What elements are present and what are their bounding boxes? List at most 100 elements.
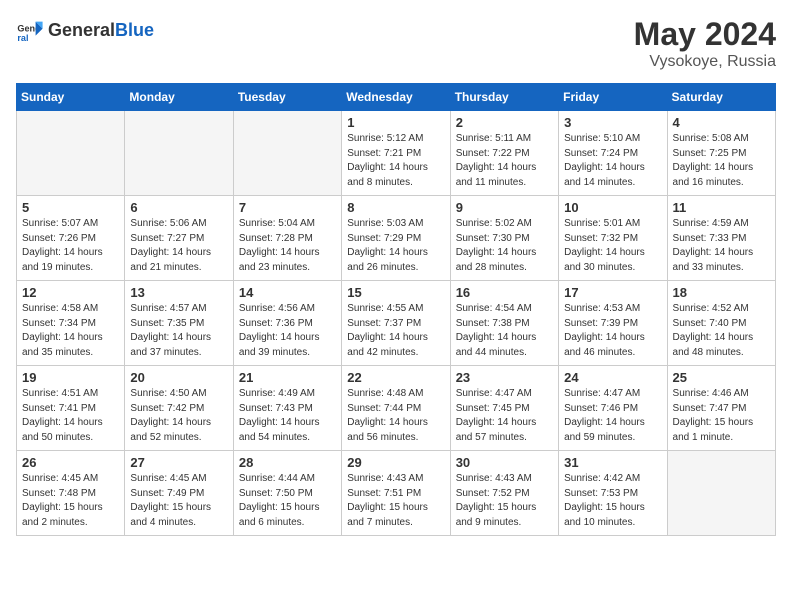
logo-general-text: General <box>48 20 115 40</box>
calendar-table: SundayMondayTuesdayWednesdayThursdayFrid… <box>16 83 776 536</box>
calendar-cell: 27 Sunrise: 4:45 AMSunset: 7:49 PMDayligh… <box>125 451 233 536</box>
day-info: Sunrise: 4:50 AMSunset: 7:42 PMDaylight:… <box>130 387 227 445</box>
weekday-header-tuesday: Tuesday <box>233 84 341 111</box>
calendar-cell: 2Sunrise: 5:11 AMSunset: 7:22 PMDaylight… <box>450 111 558 196</box>
calendar-cell: 18Sunrise: 4:52 AMSunset: 7:40 PMDayligh… <box>667 281 775 366</box>
day-number: 20 <box>130 370 227 385</box>
day-info: Sunrise: 4:51 AMSunset: 7:41 PMDaylight:… <box>22 387 119 445</box>
day-number: 14 <box>239 285 336 300</box>
calendar-cell: 3 Sunrise: 5:10 AMSunset: 7:24 PMDaylight… <box>559 111 667 196</box>
day-info: Sunrise: 4:43 AMSunset: 7:52 PMDaylight:… <box>456 472 553 530</box>
calendar-cell: 4 Sunrise: 5:08 AMSunset: 7:25 PMDaylight… <box>667 111 775 196</box>
calendar-cell: 17 Sunrise: 4:53 AMSunset: 7:39 PMDayligh… <box>559 281 667 366</box>
calendar-cell <box>17 111 125 196</box>
day-info: Sunrise: 5:03 AMSunset: 7:29 PMDaylight:… <box>347 217 444 275</box>
calendar-cell: 10 Sunrise: 5:01 AMSunset: 7:32 PMDayligh… <box>559 196 667 281</box>
day-info: Sunrise: 5:12 AMSunset: 7:21 PMDaylight:… <box>347 132 444 190</box>
logo: Gene ral GeneralBlue <box>16 16 154 44</box>
day-number: 10 <box>564 200 661 215</box>
day-number: 31 <box>564 455 661 470</box>
day-number: 1 <box>347 115 444 130</box>
day-info: Sunrise: 5:08 AMSunset: 7:25 PMDaylight:… <box>673 132 770 190</box>
day-info: Sunrise: 5:10 AMSunset: 7:24 PMDaylight:… <box>564 132 661 190</box>
calendar-cell: 7 Sunrise: 5:04 AMSunset: 7:28 PMDaylight… <box>233 196 341 281</box>
calendar-cell: 21 Sunrise: 4:49 AMSunset: 7:43 PMDayligh… <box>233 366 341 451</box>
day-number: 24 <box>564 370 661 385</box>
day-info: Sunrise: 4:59 AMSunset: 7:33 PMDaylight:… <box>673 217 770 275</box>
day-info: Sunrise: 4:42 AMSunset: 7:53 PMDaylight:… <box>564 472 661 530</box>
calendar-cell: 30 Sunrise: 4:43 AMSunset: 7:52 PMDayligh… <box>450 451 558 536</box>
weekday-header-saturday: Saturday <box>667 84 775 111</box>
calendar-cell: 6 Sunrise: 5:06 AMSunset: 7:27 PMDaylight… <box>125 196 233 281</box>
calendar-week-1: 1 Sunrise: 5:12 AMSunset: 7:21 PMDaylight… <box>17 111 776 196</box>
calendar-cell: 14Sunrise: 4:56 AMSunset: 7:36 PMDayligh… <box>233 281 341 366</box>
calendar-week-5: 26Sunrise: 4:45 AMSunset: 7:48 PMDayligh… <box>17 451 776 536</box>
day-number: 17 <box>564 285 661 300</box>
day-number: 19 <box>22 370 119 385</box>
day-number: 11 <box>673 200 770 215</box>
calendar-cell: 1 Sunrise: 5:12 AMSunset: 7:21 PMDaylight… <box>342 111 450 196</box>
day-info: Sunrise: 4:55 AMSunset: 7:37 PMDaylight:… <box>347 302 444 360</box>
weekday-header-thursday: Thursday <box>450 84 558 111</box>
day-number: 7 <box>239 200 336 215</box>
weekday-header-monday: Monday <box>125 84 233 111</box>
day-info: Sunrise: 4:47 AMSunset: 7:45 PMDaylight:… <box>456 387 553 445</box>
calendar-week-2: 5Sunrise: 5:07 AMSunset: 7:26 PMDaylight… <box>17 196 776 281</box>
calendar-week-3: 12Sunrise: 4:58 AMSunset: 7:34 PMDayligh… <box>17 281 776 366</box>
weekday-header-friday: Friday <box>559 84 667 111</box>
calendar-cell: 23 Sunrise: 4:47 AMSunset: 7:45 PMDayligh… <box>450 366 558 451</box>
day-number: 22 <box>347 370 444 385</box>
day-number: 4 <box>673 115 770 130</box>
day-info: Sunrise: 5:04 AMSunset: 7:28 PMDaylight:… <box>239 217 336 275</box>
day-number: 15 <box>347 285 444 300</box>
day-info: Sunrise: 4:43 AMSunset: 7:51 PMDaylight:… <box>347 472 444 530</box>
calendar-cell: 9Sunrise: 5:02 AMSunset: 7:30 PMDaylight… <box>450 196 558 281</box>
day-info: Sunrise: 5:01 AMSunset: 7:32 PMDaylight:… <box>564 217 661 275</box>
day-info: Sunrise: 5:11 AMSunset: 7:22 PMDaylight:… <box>456 132 553 190</box>
title-block: May 2024 Vysokoye, Russia <box>634 16 776 71</box>
day-info: Sunrise: 5:06 AMSunset: 7:27 PMDaylight:… <box>130 217 227 275</box>
day-number: 30 <box>456 455 553 470</box>
day-info: Sunrise: 4:46 AMSunset: 7:47 PMDaylight:… <box>673 387 770 445</box>
day-number: 5 <box>22 200 119 215</box>
location-title: Vysokoye, Russia <box>634 53 776 71</box>
calendar-cell: 11 Sunrise: 4:59 AMSunset: 7:33 PMDayligh… <box>667 196 775 281</box>
day-number: 27 <box>130 455 227 470</box>
logo-blue-text: Blue <box>115 20 154 40</box>
day-info: Sunrise: 4:58 AMSunset: 7:34 PMDaylight:… <box>22 302 119 360</box>
calendar-body: 1 Sunrise: 5:12 AMSunset: 7:21 PMDaylight… <box>17 111 776 536</box>
day-number: 9 <box>456 200 553 215</box>
day-info: Sunrise: 4:45 AMSunset: 7:48 PMDaylight:… <box>22 472 119 530</box>
month-title: May 2024 <box>634 16 776 53</box>
day-number: 25 <box>673 370 770 385</box>
calendar-cell: 5Sunrise: 5:07 AMSunset: 7:26 PMDaylight… <box>17 196 125 281</box>
calendar-cell: 8 Sunrise: 5:03 AMSunset: 7:29 PMDaylight… <box>342 196 450 281</box>
calendar-cell: 25 Sunrise: 4:46 AMSunset: 7:47 PMDayligh… <box>667 366 775 451</box>
day-number: 13 <box>130 285 227 300</box>
day-number: 23 <box>456 370 553 385</box>
day-number: 18 <box>673 285 770 300</box>
weekday-header-wednesday: Wednesday <box>342 84 450 111</box>
day-number: 6 <box>130 200 227 215</box>
day-number: 8 <box>347 200 444 215</box>
calendar-cell: 26Sunrise: 4:45 AMSunset: 7:48 PMDayligh… <box>17 451 125 536</box>
day-number: 3 <box>564 115 661 130</box>
calendar-cell: 28Sunrise: 4:44 AMSunset: 7:50 PMDayligh… <box>233 451 341 536</box>
day-info: Sunrise: 4:53 AMSunset: 7:39 PMDaylight:… <box>564 302 661 360</box>
day-number: 21 <box>239 370 336 385</box>
day-info: Sunrise: 4:44 AMSunset: 7:50 PMDaylight:… <box>239 472 336 530</box>
calendar-cell: 15 Sunrise: 4:55 AMSunset: 7:37 PMDayligh… <box>342 281 450 366</box>
logo-icon: Gene ral <box>16 16 44 44</box>
calendar-week-4: 19 Sunrise: 4:51 AMSunset: 7:41 PMDayligh… <box>17 366 776 451</box>
calendar-cell: 31 Sunrise: 4:42 AMSunset: 7:53 PMDayligh… <box>559 451 667 536</box>
calendar-cell <box>667 451 775 536</box>
page-header: Gene ral GeneralBlue May 2024 Vysokoye, … <box>16 16 776 71</box>
day-info: Sunrise: 4:45 AMSunset: 7:49 PMDaylight:… <box>130 472 227 530</box>
day-number: 29 <box>347 455 444 470</box>
day-info: Sunrise: 4:54 AMSunset: 7:38 PMDaylight:… <box>456 302 553 360</box>
calendar-cell: 24Sunrise: 4:47 AMSunset: 7:46 PMDayligh… <box>559 366 667 451</box>
calendar-cell: 19 Sunrise: 4:51 AMSunset: 7:41 PMDayligh… <box>17 366 125 451</box>
calendar-cell: 16Sunrise: 4:54 AMSunset: 7:38 PMDayligh… <box>450 281 558 366</box>
day-info: Sunrise: 4:57 AMSunset: 7:35 PMDaylight:… <box>130 302 227 360</box>
day-info: Sunrise: 4:49 AMSunset: 7:43 PMDaylight:… <box>239 387 336 445</box>
